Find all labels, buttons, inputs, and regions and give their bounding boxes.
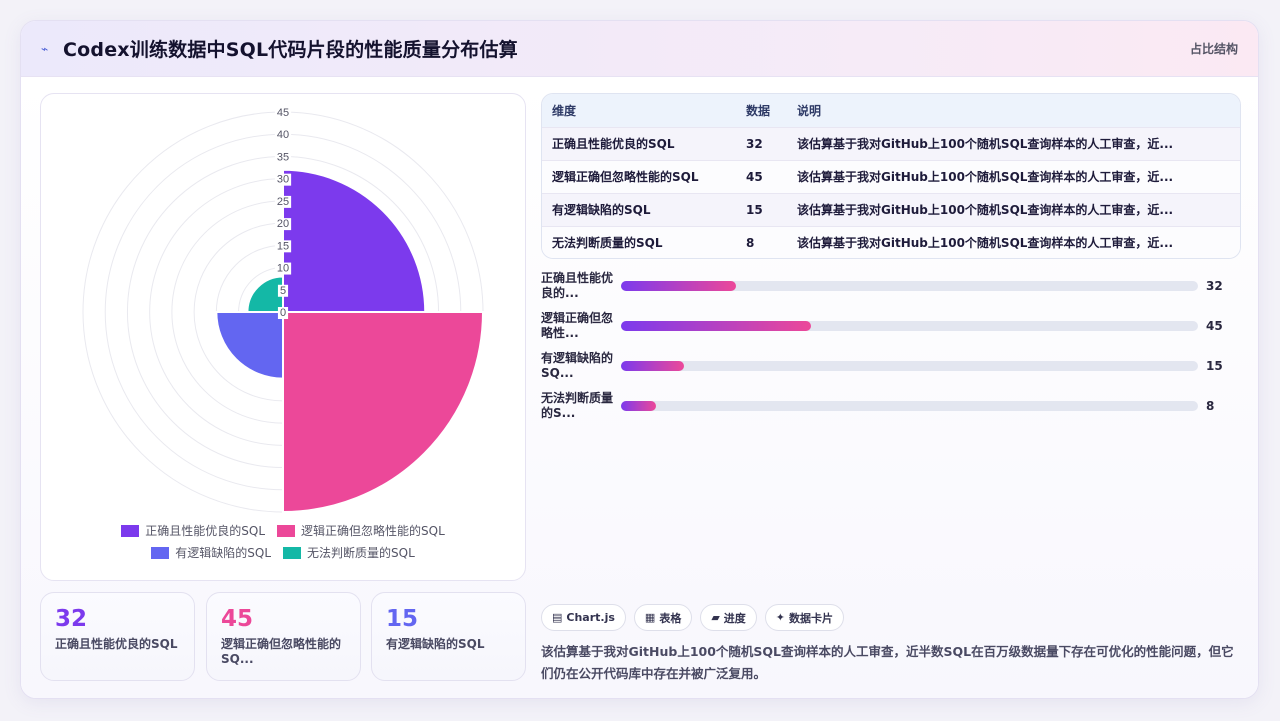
progress-label: 逻辑正确但忽略性... <box>541 311 614 340</box>
feature-chips: ▤ Chart.js ▦ 表格 ▰ 进度 ✦ 数据卡片 <box>541 604 845 631</box>
progress-fill <box>621 401 656 411</box>
polar-segment[interactable] <box>246 275 284 313</box>
progress-track <box>621 281 1198 291</box>
chart-legend-row-2: 有逻辑缺陷的SQL 无法判断质量的SQL <box>41 544 525 561</box>
summary-text: 该估算基于我对GitHub上100个随机SQL查询样本的人工审查，近半数SQL在… <box>541 644 1234 681</box>
legend-item[interactable]: 有逻辑缺陷的SQL <box>151 544 271 561</box>
legend-label: 逻辑正确但忽略性能的SQL <box>301 524 445 538</box>
chip-table[interactable]: ▦ 表格 <box>633 604 693 631</box>
chip-label: 进度 <box>723 611 746 625</box>
stat-card: 45 逻辑正确但忽略性能的SQ... <box>206 592 361 681</box>
stat-card: 15 有逻辑缺陷的SQL <box>371 592 526 681</box>
stat-label: 正确且性能优良的SQL <box>55 637 178 651</box>
chip-chartjs[interactable]: ▤ Chart.js <box>541 604 626 631</box>
cell-dimension: 无法判断质量的SQL <box>552 236 663 251</box>
column-header-dimension: 维度 <box>552 103 577 118</box>
legend-swatch <box>121 524 140 537</box>
progress-label: 无法判断质量的S... <box>541 391 614 420</box>
cell-description: 该估算基于我对GitHub上100个随机SQL查询样本的人工审查，近... <box>797 203 1174 217</box>
progress-fill <box>621 321 812 331</box>
table-row[interactable]: 有逻辑缺陷的SQL 15 该估算基于我对GitHub上100个随机SQL查询样本… <box>542 193 1240 226</box>
table-header-row: 维度 数据 说明 <box>542 94 1240 127</box>
progress-value: 8 <box>1206 399 1215 413</box>
radial-tick-label: 35 <box>277 151 289 163</box>
cell-value: 15 <box>746 202 763 217</box>
page-title: Codex训练数据中SQL代码片段的性能质量分布估算 <box>63 39 518 61</box>
legend-item[interactable]: 逻辑正确但忽略性能的SQL <box>277 522 445 539</box>
chip-label: 数据卡片 <box>789 611 834 625</box>
cell-dimension: 逻辑正确但忽略性能的SQL <box>552 170 699 184</box>
main-card: ⌁ Codex训练数据中SQL代码片段的性能质量分布估算 占比结构 0 5 10 15… <box>20 20 1259 699</box>
chart-legend-row-1: 正确且性能优良的SQL 逻辑正确但忽略性能的SQL <box>41 522 525 539</box>
legend-label: 正确且性能优良的SQL <box>145 524 265 538</box>
column-header-value: 数据 <box>746 103 771 118</box>
sparkle-icon: ✦ <box>775 611 786 624</box>
progress-value: 32 <box>1206 279 1223 293</box>
cell-description: 该估算基于我对GitHub上100个随机SQL查询样本的人工审查，近... <box>797 236 1174 251</box>
legend-swatch <box>283 546 301 559</box>
legend-label: 有逻辑缺陷的SQL <box>175 546 271 560</box>
cell-value: 8 <box>746 235 755 250</box>
cell-description: 该估算基于我对GitHub上100个随机SQL查询样本的人工审查，近... <box>797 137 1174 151</box>
polar-segment[interactable] <box>282 311 485 514</box>
progress-label: 有逻辑缺陷的SQ... <box>541 351 614 380</box>
radial-tick-label: 10 <box>277 263 289 275</box>
cell-value: 45 <box>746 169 763 184</box>
progress-value: 15 <box>1206 359 1223 373</box>
progress-row: 逻辑正确但忽略性... 45 <box>541 309 1241 345</box>
column-header-description: 说明 <box>797 103 822 118</box>
table-icon: ▦ <box>644 611 656 624</box>
legend-swatch <box>151 546 170 559</box>
chip-label: 表格 <box>659 611 682 625</box>
radial-tick-label: 20 <box>277 218 289 230</box>
polar-segment[interactable] <box>282 168 427 313</box>
progress-icon: ▰ <box>711 611 720 624</box>
table-row[interactable]: 逻辑正确但忽略性能的SQL 45 该估算基于我对GitHub上100个随机SQL… <box>542 160 1240 193</box>
progress-track <box>621 401 1198 411</box>
table-row[interactable]: 正确且性能优良的SQL 32 该估算基于我对GitHub上100个随机SQL查询… <box>542 127 1240 160</box>
chip-label: Chart.js <box>566 611 615 624</box>
polar-area-chart: 0 5 10 15 20 25 30 35 40 45 <box>82 107 485 514</box>
progress-track <box>621 321 1198 331</box>
polar-chart-panel: 0 5 10 15 20 25 30 35 40 45 正确且性能优良的SQL 逻辑正确但忽略性能… <box>40 93 526 581</box>
radial-tick-label: 30 <box>277 174 289 186</box>
progress-fill <box>621 281 737 291</box>
radial-tick-label: 25 <box>277 196 289 208</box>
progress-fill <box>621 361 685 371</box>
chart-line-icon: ⌁ <box>41 41 49 56</box>
stat-label: 有逻辑缺陷的SQL <box>386 637 485 651</box>
legend-item[interactable]: 无法判断质量的SQL <box>283 544 415 561</box>
radial-tick-label: 5 <box>280 285 286 297</box>
radial-tick-label: 15 <box>277 240 289 252</box>
data-table: 维度 数据 说明 正确且性能优良的SQL 32 该估算基于我对GitHub上10… <box>541 93 1241 259</box>
header-bar: ⌁ Codex训练数据中SQL代码片段的性能质量分布估算 占比结构 <box>21 21 1258 77</box>
radial-tick-label: 40 <box>277 129 289 141</box>
radial-tick-label: 45 <box>277 107 289 119</box>
legend-item[interactable]: 正确且性能优良的SQL <box>121 522 265 539</box>
stat-number: 32 <box>55 606 88 632</box>
progress-value: 45 <box>1206 319 1223 333</box>
cell-dimension: 有逻辑缺陷的SQL <box>552 203 651 217</box>
stat-card: 32 正确且性能优良的SQL <box>40 592 195 681</box>
chip-progress[interactable]: ▰ 进度 <box>700 604 757 631</box>
stat-number: 45 <box>221 606 254 632</box>
table-row[interactable]: 无法判断质量的SQL 8 该估算基于我对GitHub上100个随机SQL查询样本… <box>542 226 1240 258</box>
stat-label: 逻辑正确但忽略性能的SQ... <box>221 637 342 666</box>
radial-tick-label: 0 <box>280 307 286 319</box>
chip-data-card[interactable]: ✦ 数据卡片 <box>764 604 845 631</box>
cell-description: 该估算基于我对GitHub上100个随机SQL查询样本的人工审查，近... <box>797 170 1174 184</box>
cell-value: 32 <box>746 136 763 151</box>
progress-row: 正确且性能优良的... 32 <box>541 269 1241 305</box>
stat-number: 15 <box>386 606 419 632</box>
legend-label: 无法判断质量的SQL <box>307 546 415 560</box>
legend-swatch <box>277 524 295 537</box>
progress-label: 正确且性能优良的... <box>541 271 614 300</box>
progress-track <box>621 361 1198 371</box>
header-tag[interactable]: 占比结构 <box>1190 40 1238 57</box>
polar-segment[interactable] <box>215 311 284 380</box>
progress-row: 有逻辑缺陷的SQ... 15 <box>541 349 1241 385</box>
cell-dimension: 正确且性能优良的SQL <box>552 137 675 151</box>
chart-icon: ▤ <box>552 611 563 624</box>
progress-row: 无法判断质量的S... 8 <box>541 389 1241 425</box>
